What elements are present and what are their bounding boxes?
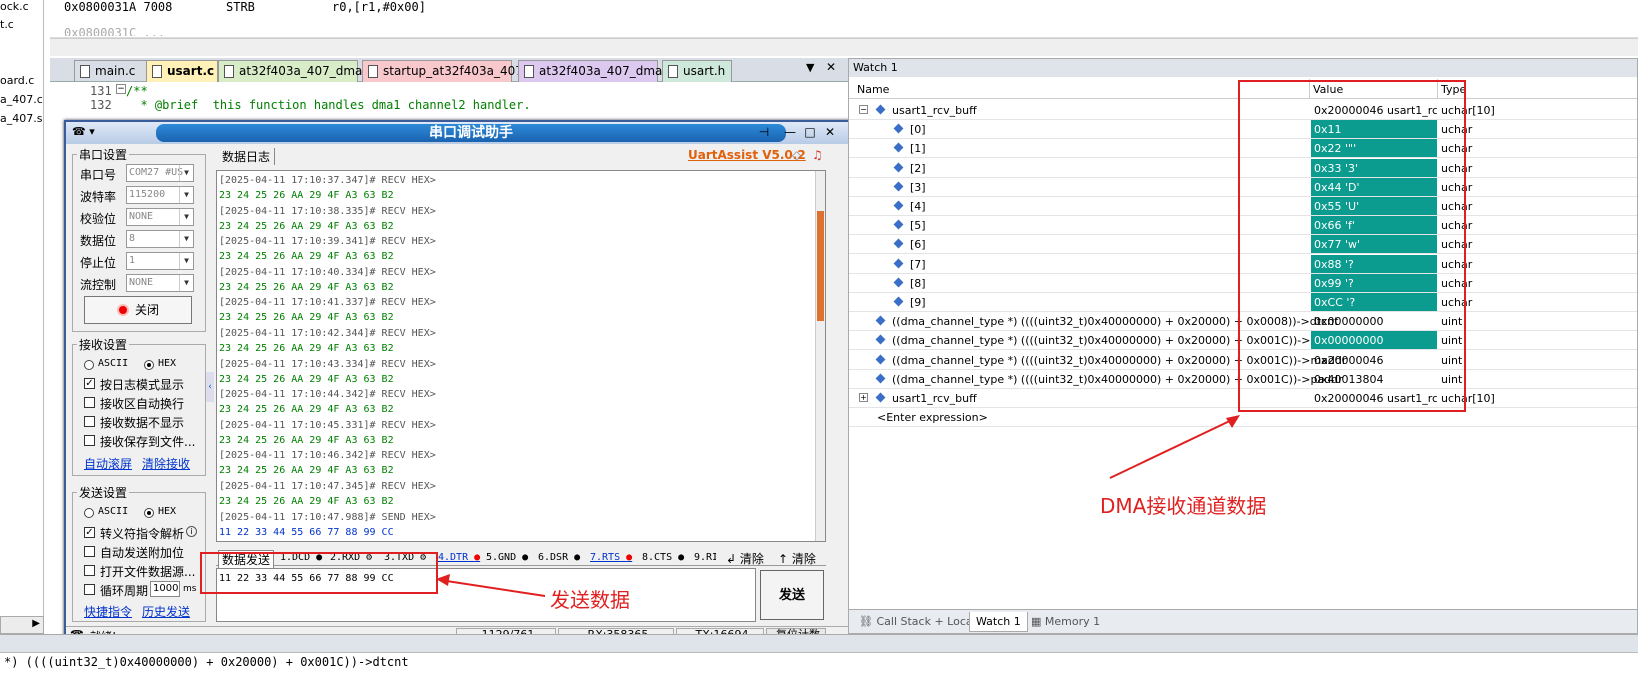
annotation-send-label: 发送数据 xyxy=(550,588,630,612)
bottom-strip xyxy=(0,634,1638,652)
command-text: *) ((((uint32_t)0x40000000) + 0x20000) +… xyxy=(4,655,409,669)
annotation-arrows xyxy=(436,415,1240,597)
annotation-dma-label: DMA接收通道数据 xyxy=(1100,494,1267,518)
command-output: *) ((((uint32_t)0x40000000) + 0x20000) +… xyxy=(0,652,1638,692)
